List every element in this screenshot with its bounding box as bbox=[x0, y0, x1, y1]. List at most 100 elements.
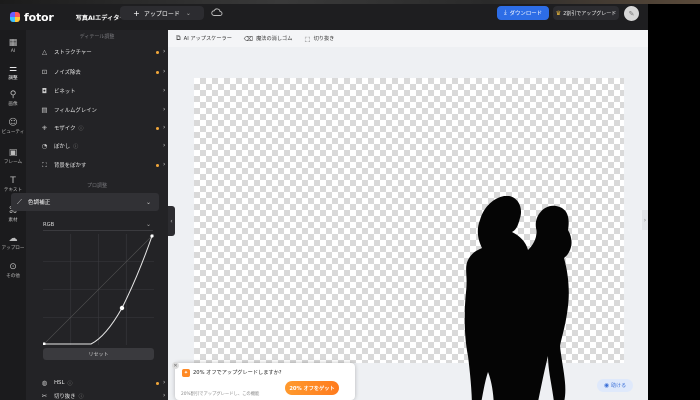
chat-icon: ◉ bbox=[603, 382, 610, 389]
text-icon: T bbox=[10, 176, 16, 186]
chevron-down-icon: ⌄ bbox=[145, 221, 151, 228]
close-icon[interactable]: ✕ bbox=[172, 362, 179, 369]
structure-icon: △ bbox=[42, 48, 47, 56]
upload-button[interactable]: + アップロード ⌄ bbox=[120, 6, 204, 20]
new-badge-dot bbox=[156, 381, 159, 385]
plus-icon: + bbox=[133, 8, 140, 18]
blur-icon: ◔ bbox=[41, 142, 48, 150]
chevron-right-icon: › bbox=[163, 392, 166, 399]
panel-item-label: ぼかし bbox=[54, 144, 71, 150]
rail-item-label: AI bbox=[10, 49, 16, 54]
panel-item-hsl[interactable]: ◍ HSL ⓘ › bbox=[40, 377, 168, 389]
panel-item-grain[interactable]: ▤ フィルムグレイン › bbox=[40, 104, 168, 116]
chevron-right-icon: › bbox=[163, 161, 166, 168]
chevron-down-icon: ⌄ bbox=[185, 9, 191, 17]
tool-magic-eraser[interactable]: ⌫ 魔法の消しゴム bbox=[244, 35, 293, 43]
rail-item-image[interactable]: ⚲ 画像 bbox=[0, 90, 26, 107]
chevron-right-icon: › bbox=[163, 379, 166, 386]
help-icon[interactable]: ⓘ bbox=[73, 143, 78, 150]
channel-select[interactable]: RGB ⌄ bbox=[43, 219, 153, 231]
tool-label: 切り抜き bbox=[313, 36, 335, 42]
panel-item-label: 切り抜き bbox=[54, 394, 76, 400]
tool-cutout[interactable]: ⬚ 切り抜き bbox=[304, 35, 334, 43]
upgrade-button[interactable]: ♛ 2割引でアップグレード bbox=[553, 6, 619, 20]
promo-subtitle: 20%割引でアップグレードし、この機能 bbox=[181, 392, 260, 397]
curve-point[interactable] bbox=[150, 234, 154, 238]
chevron-right-icon: › bbox=[163, 68, 166, 75]
more-icon: ⊙ bbox=[9, 262, 17, 272]
rail-item-more[interactable]: ⊙ その他 bbox=[0, 262, 26, 279]
chevron-down-icon: ⌄ bbox=[145, 198, 151, 206]
avatar[interactable]: ✎ bbox=[624, 6, 639, 21]
panel-item-label: ビネット bbox=[54, 89, 76, 95]
rail-item-label: アップロー bbox=[1, 246, 25, 251]
canvas-workspace: ⧉ AI アップスケーラー ⌫ 魔法の消しゴム ⬚ 切り抜き fotor bbox=[168, 30, 648, 400]
chevron-right-icon: › bbox=[163, 48, 166, 55]
panel-collapse-handle[interactable]: ‹ bbox=[168, 206, 175, 236]
rail-item-label: フレーム bbox=[3, 160, 23, 165]
chevron-right-icon: › bbox=[163, 142, 166, 149]
rail-item-adjust[interactable]: ⚌ 調整 bbox=[0, 61, 26, 83]
couple-silhouette bbox=[464, 196, 572, 400]
section-title-pro: プロ調整 bbox=[86, 183, 107, 189]
mosaic-icon: ⁜ bbox=[41, 124, 48, 132]
rail-item-beauty[interactable]: ☺ ビューティ bbox=[0, 118, 26, 135]
new-badge-dot bbox=[156, 70, 159, 74]
panel-item-crop[interactable]: ✂ 切り抜き ⓘ › bbox=[40, 390, 168, 400]
upload-label: アップロード bbox=[143, 10, 180, 18]
rail-item-label: 調整 bbox=[8, 76, 18, 81]
panel-item-noise[interactable]: ⊡ ノイズ除去 › bbox=[40, 66, 168, 78]
promo-get-discount-button[interactable]: 20% オフをゲット bbox=[285, 381, 339, 395]
vignette-icon: ◘ bbox=[41, 87, 48, 95]
panel-item-label: フィルムグレイン bbox=[54, 108, 97, 114]
help-icon[interactable]: ⓘ bbox=[78, 125, 83, 132]
outside-window-area bbox=[648, 4, 700, 400]
person-icon: ⚲ bbox=[9, 90, 17, 100]
logo-text: fotor bbox=[24, 10, 54, 24]
help-icon[interactable]: ⓘ bbox=[67, 380, 72, 387]
cutout-icon: ⬚ bbox=[304, 34, 311, 43]
chevron-right-icon: › bbox=[163, 106, 166, 113]
grain-icon: ▤ bbox=[41, 106, 48, 114]
image-canvas[interactable]: fotor bbox=[194, 78, 624, 400]
panel-item-bg-blur[interactable]: ⛶ 背景をぼかす › bbox=[40, 159, 168, 171]
chevron-right-icon: › bbox=[163, 124, 166, 131]
hsl-icon: ◍ bbox=[41, 379, 48, 387]
help-label: 助ける bbox=[611, 383, 627, 389]
rail-item-ai[interactable]: ▦ AI bbox=[0, 38, 26, 54]
editor-mode-label: 写真AIエディター bbox=[75, 14, 126, 22]
magic-eraser-icon: ⌫ bbox=[243, 34, 254, 43]
tool-ai-upscaler[interactable]: ⧉ AI アップスケーラー bbox=[176, 34, 232, 43]
upgrade-promo-popup: ✦ 20% オフでアップグレードしますか? 20%割引でアップグレードし、この機… bbox=[175, 363, 355, 400]
panel-item-mosaic[interactable]: ⁜ モザイク ⓘ › bbox=[40, 122, 168, 134]
rail-item-label: 素材 bbox=[8, 218, 18, 223]
promo-title: 20% オフでアップグレードしますか? bbox=[193, 370, 282, 376]
new-badge-dot bbox=[156, 163, 159, 167]
reset-button[interactable]: リセット bbox=[43, 348, 154, 360]
color-curve-header[interactable]: ⟋ 色調補正 ⌄ bbox=[11, 193, 159, 211]
panel-item-structure[interactable]: △ ストラクチャー › bbox=[40, 46, 168, 58]
rail-item-upload[interactable]: ☁ アップロー bbox=[0, 234, 26, 251]
section-title-detail: ディテール調整 bbox=[79, 34, 115, 40]
download-button[interactable]: ⤓ ダウンロード bbox=[497, 6, 549, 20]
help-icon[interactable]: ⓘ bbox=[79, 393, 84, 400]
frame-icon: ▣ bbox=[8, 148, 18, 158]
panel-item-blur[interactable]: ◔ ぼかし ⓘ › bbox=[40, 140, 168, 152]
panel-item-vignette[interactable]: ◘ ビネット › bbox=[40, 85, 168, 97]
panel-item-label: ストラクチャー bbox=[54, 50, 92, 56]
crown-icon: ♛ bbox=[555, 9, 562, 17]
left-tool-rail: ▦ AI ⚌ 調整 ⚲ 画像 ☺ ビューティ ▣ フレーム T テキスト ⌘ 素… bbox=[0, 30, 26, 400]
panel-item-label: ノイズ除去 bbox=[54, 70, 81, 76]
rail-item-frame[interactable]: ▣ フレーム bbox=[0, 148, 26, 165]
fotor-logo[interactable]: fotor bbox=[10, 11, 54, 24]
curve-icon: ⟋ bbox=[17, 197, 22, 206]
curve-point[interactable] bbox=[119, 305, 125, 311]
new-badge-dot bbox=[156, 126, 159, 130]
help-button[interactable]: ◉ 助ける bbox=[597, 379, 633, 392]
cloud-icon[interactable] bbox=[211, 7, 223, 17]
rail-item-text[interactable]: T テキスト bbox=[0, 176, 26, 193]
rail-item-label: その他 bbox=[6, 274, 20, 279]
tone-curve-editor[interactable] bbox=[43, 234, 154, 345]
rail-item-label: 画像 bbox=[8, 102, 18, 107]
panel-item-label: HSL bbox=[54, 380, 65, 386]
